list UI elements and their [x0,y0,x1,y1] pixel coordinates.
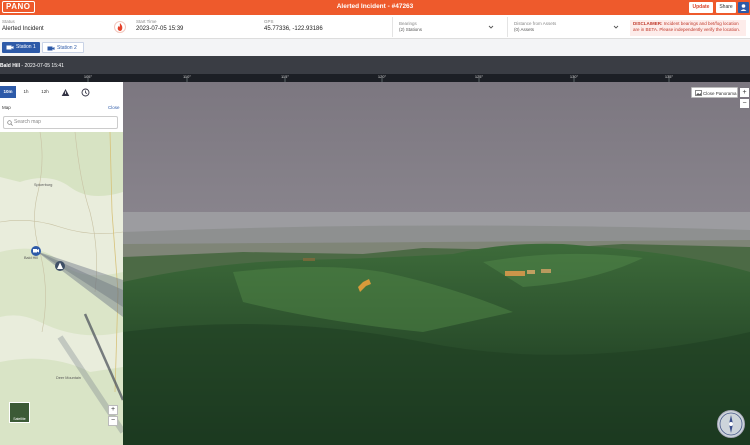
bearings-dropdown[interactable]: Bearings (2) Stations [392,17,498,37]
incident-info-bar: Status Alerted Incident Start Time 2023-… [0,15,750,39]
left-panel: 10m 1h 12h Map Close Search map Spicerbu… [0,82,123,445]
alert-tab[interactable] [58,86,72,98]
compass-widget[interactable] [717,410,745,438]
user-icon[interactable] [738,2,749,13]
disclaimer-banner: DISCLAIMER: Incident bearings and bet/fo… [630,20,746,36]
warning-icon [61,88,69,96]
tab-1h[interactable]: 1h [18,86,34,98]
panorama-zoom-in-button[interactable]: + [740,88,749,97]
search-icon [7,120,13,126]
map-place-label: Deer Mountain [56,376,81,380]
status-value: Alerted Incident [2,26,44,32]
history-tab[interactable] [78,86,92,98]
chevron-down-icon [488,25,494,29]
distance-dropdown[interactable]: Distance from Assets (0) Assets [507,17,623,37]
map-search-input[interactable]: Search map [3,116,118,129]
station-bar: Station 1 Station 2 [0,39,750,56]
gps-info: GPS 45.77336, -122.93186 [264,19,323,34]
station-tab-2[interactable]: Station 2 [42,42,84,53]
map-place-label: Bald Hill [24,256,38,260]
top-bar: PANO Alerted Incident - #47263 Update Sh… [0,0,750,15]
map-place-label: Spicerburg [34,183,53,187]
distance-value: (0) Assets [514,27,535,32]
update-button[interactable]: Update [689,2,713,13]
bearings-value: (2) Stations [399,27,423,32]
share-button[interactable]: Share [716,2,736,13]
satellite-label: Satellite [13,417,26,421]
camera-label: Bald Hill - 2023-07-05 15:41 [0,63,64,69]
search-placeholder: Search map [14,119,41,125]
chevron-down-icon [613,25,619,29]
map-close-link[interactable]: Close [108,105,120,110]
panorama-icon [695,90,702,96]
camera-icon [47,46,55,51]
panorama-image[interactable] [123,82,750,445]
close-panorama-label: Close Panorama [703,91,737,96]
fire-icon [114,21,126,33]
start-time-info: Start Time 2023-07-05 15:39 [136,19,183,34]
start-time-value: 2023-07-05 15:39 [136,26,184,32]
satellite-toggle[interactable]: Satellite [9,402,30,423]
map-zoom-in-button[interactable]: + [108,405,118,415]
station-tab-label: Station 2 [57,45,77,51]
tab-12h[interactable]: 12h [37,86,53,98]
map-zoom-out-button[interactable]: − [108,416,118,426]
clock-icon [81,88,89,96]
map-heading: Map [2,105,11,110]
incident-title: Alerted Incident - #47263 [336,3,414,10]
map-view[interactable] [0,132,123,445]
gps-value: 45.77336, -122.93186 [264,26,323,32]
station-tab-label: Station 1 [16,44,36,50]
close-panorama-button[interactable]: Close Panorama [691,87,738,98]
camera-icon [6,45,14,50]
status-info: Status Alerted Incident [2,19,44,34]
camera-name: Bald Hill [0,63,21,69]
compass-icon [719,412,743,436]
camera-timestamp: - 2023-07-05 15:41 [20,63,64,69]
disclaimer-title: DISCLAIMER: [633,21,663,26]
panorama-zoom-out-button[interactable]: − [740,99,749,108]
tab-10m[interactable]: 10m [0,86,16,98]
station-tab-1[interactable]: Station 1 [2,42,40,53]
heading-ruler[interactable]: 105° 110° 115° 120° 125° 130° 135° [0,74,750,82]
time-range-tabs: 10m 1h 12h [0,86,123,98]
